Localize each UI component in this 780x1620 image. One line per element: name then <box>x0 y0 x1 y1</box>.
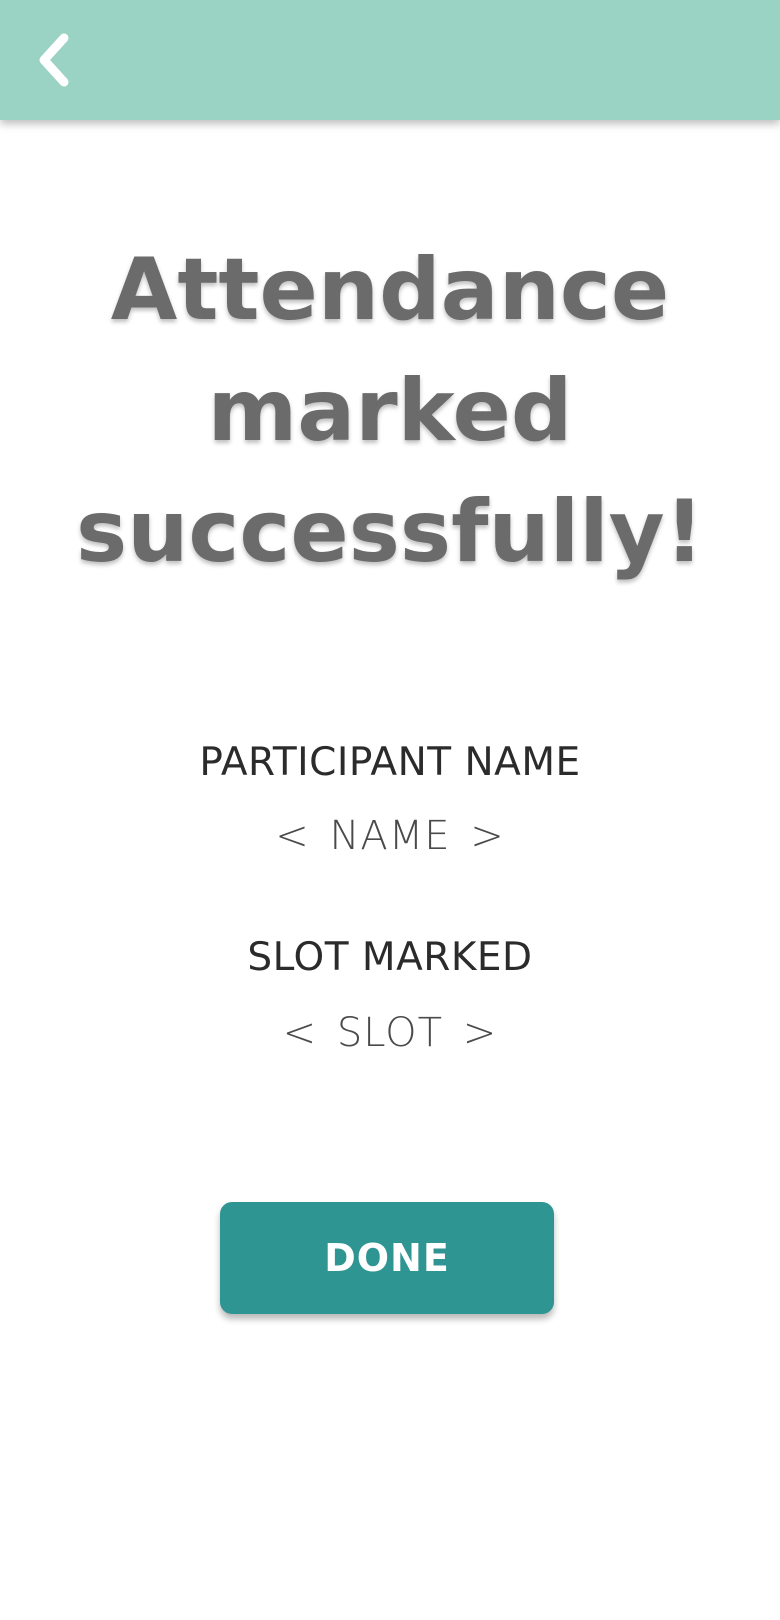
success-headline: Attendance marked successfully! <box>60 230 720 593</box>
headline-line-1: Attendance <box>110 240 670 340</box>
done-button[interactable]: DONE <box>220 1202 554 1314</box>
headline-line-2: marked <box>207 361 573 461</box>
chevron-left-icon <box>32 30 76 90</box>
headline-line-3: successfully! <box>76 482 704 582</box>
participant-name-label: PARTICIPANT NAME <box>199 740 581 785</box>
app-bar <box>0 0 780 120</box>
participant-name-value: < NAME > <box>275 813 505 859</box>
slot-marked-value: < SLOT > <box>282 1010 498 1056</box>
slot-marked-label: SLOT MARKED <box>247 935 533 980</box>
back-button[interactable] <box>20 20 88 100</box>
